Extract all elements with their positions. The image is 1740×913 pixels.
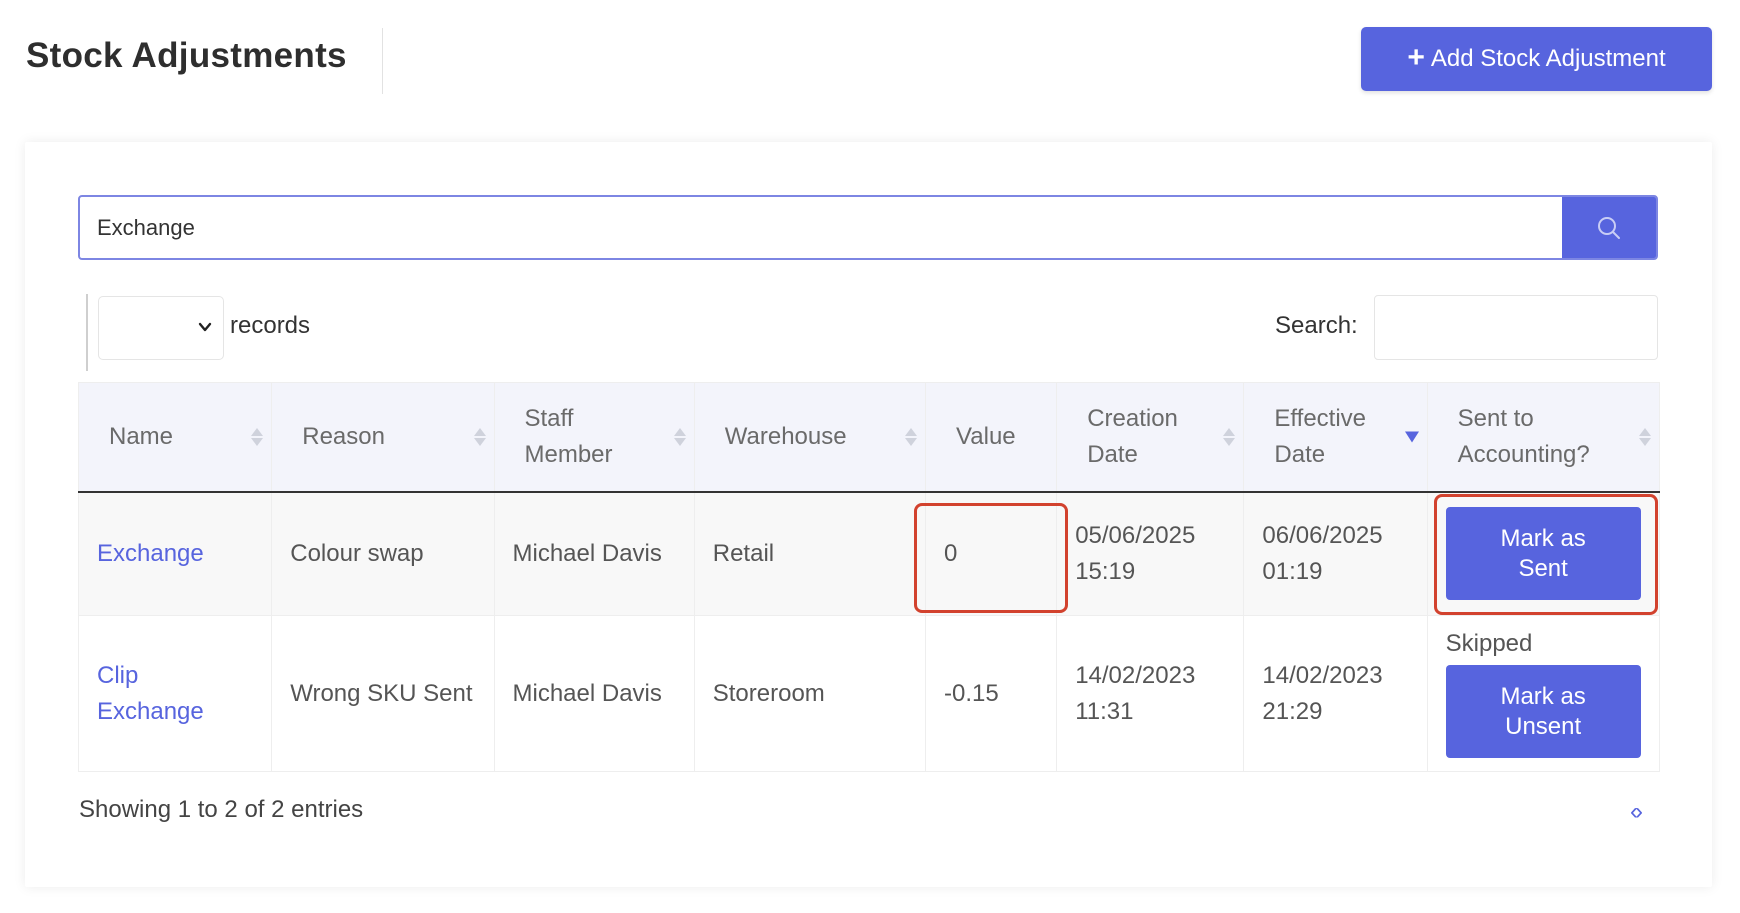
page-header: Stock Adjustments + Add Stock Adjustment (0, 0, 1740, 120)
sort-icon (1639, 427, 1651, 446)
cell-creation-date: 14/02/2023 11:31 (1056, 615, 1245, 772)
column-header-warehouse[interactable]: Warehouse (693, 382, 927, 493)
filter-search-bar (78, 195, 1658, 260)
cell-warehouse: Retail (693, 491, 927, 616)
plus-icon: + (1407, 40, 1425, 74)
cell-value: -0.15 (925, 615, 1058, 772)
cell-name: Exchange (77, 491, 273, 616)
column-header-sent-to-accounting[interactable]: Sent to Accounting? (1426, 382, 1661, 493)
cell-sent-to-accounting: Skipped Mark as Unsent (1426, 615, 1661, 772)
chevron-down-icon (198, 322, 212, 332)
adjustment-link[interactable]: Clip Exchange (97, 662, 204, 725)
add-stock-adjustment-button[interactable]: + Add Stock Adjustment (1361, 27, 1712, 91)
filter-input[interactable] (80, 197, 1563, 258)
cell-warehouse: Storeroom (693, 615, 927, 772)
highlight-value-cell (914, 503, 1068, 613)
mark-as-unsent-button[interactable]: Mark as Unsent (1445, 665, 1641, 758)
sort-icon (673, 427, 686, 446)
records-per-page-select[interactable] (98, 296, 224, 360)
table-info: Showing 1 to 2 of 2 entries (79, 796, 364, 823)
table-row: Exchange Colour swap Michael Davis Retai… (77, 491, 1661, 616)
cell-staff: Michael Davis (493, 615, 695, 772)
sort-icon (905, 427, 918, 446)
table-search-label: Search: (1275, 312, 1358, 339)
column-header-staff-member[interactable]: Staff Member (493, 382, 695, 493)
cell-effective-date: 14/02/2023 21:29 (1243, 615, 1428, 772)
adjustment-link[interactable]: Exchange (97, 540, 204, 567)
add-stock-adjustment-label: Add Stock Adjustment (1430, 45, 1666, 72)
highlight-mark-as-sent (1434, 494, 1658, 615)
sort-desc-icon (1404, 431, 1419, 443)
title-divider (382, 28, 383, 94)
pagination: ‹› (1630, 798, 1643, 826)
table-row: Clip Exchange Wrong SKU Sent Michael Davi… (77, 615, 1661, 772)
table-header-row: Name Reason Staff Member Warehouse Value… (77, 382, 1661, 493)
records-divider (86, 294, 88, 371)
cell-reason: Wrong SKU Sent (271, 615, 495, 772)
cell-name: Clip Exchange (77, 615, 273, 772)
column-header-name[interactable]: Name (77, 382, 273, 493)
chevron-right-icon[interactable]: › (1635, 798, 1643, 825)
table-search-input[interactable] (1374, 295, 1658, 360)
status-text: Skipped (1445, 630, 1533, 657)
sort-icon (251, 427, 264, 446)
column-header-effective-date[interactable]: Effective Date (1243, 382, 1428, 493)
column-header-creation-date[interactable]: Creation Date (1056, 382, 1245, 493)
sort-icon (1223, 427, 1236, 446)
column-header-reason[interactable]: Reason (271, 382, 495, 493)
search-icon (1598, 216, 1620, 239)
stock-adjustments-table: Name Reason Staff Member Warehouse Value… (77, 382, 1661, 772)
cell-effective-date: 06/06/2025 01:19 (1243, 491, 1428, 616)
column-header-value: Value (925, 382, 1058, 493)
page-title: Stock Adjustments (26, 36, 347, 75)
cell-creation-date: 05/06/2025 15:19 (1056, 491, 1245, 616)
records-label: records (230, 312, 311, 339)
filter-search-button[interactable] (1562, 197, 1656, 258)
cell-reason: Colour swap (271, 491, 495, 616)
cell-staff: Michael Davis (493, 491, 695, 616)
sort-icon (473, 427, 486, 446)
